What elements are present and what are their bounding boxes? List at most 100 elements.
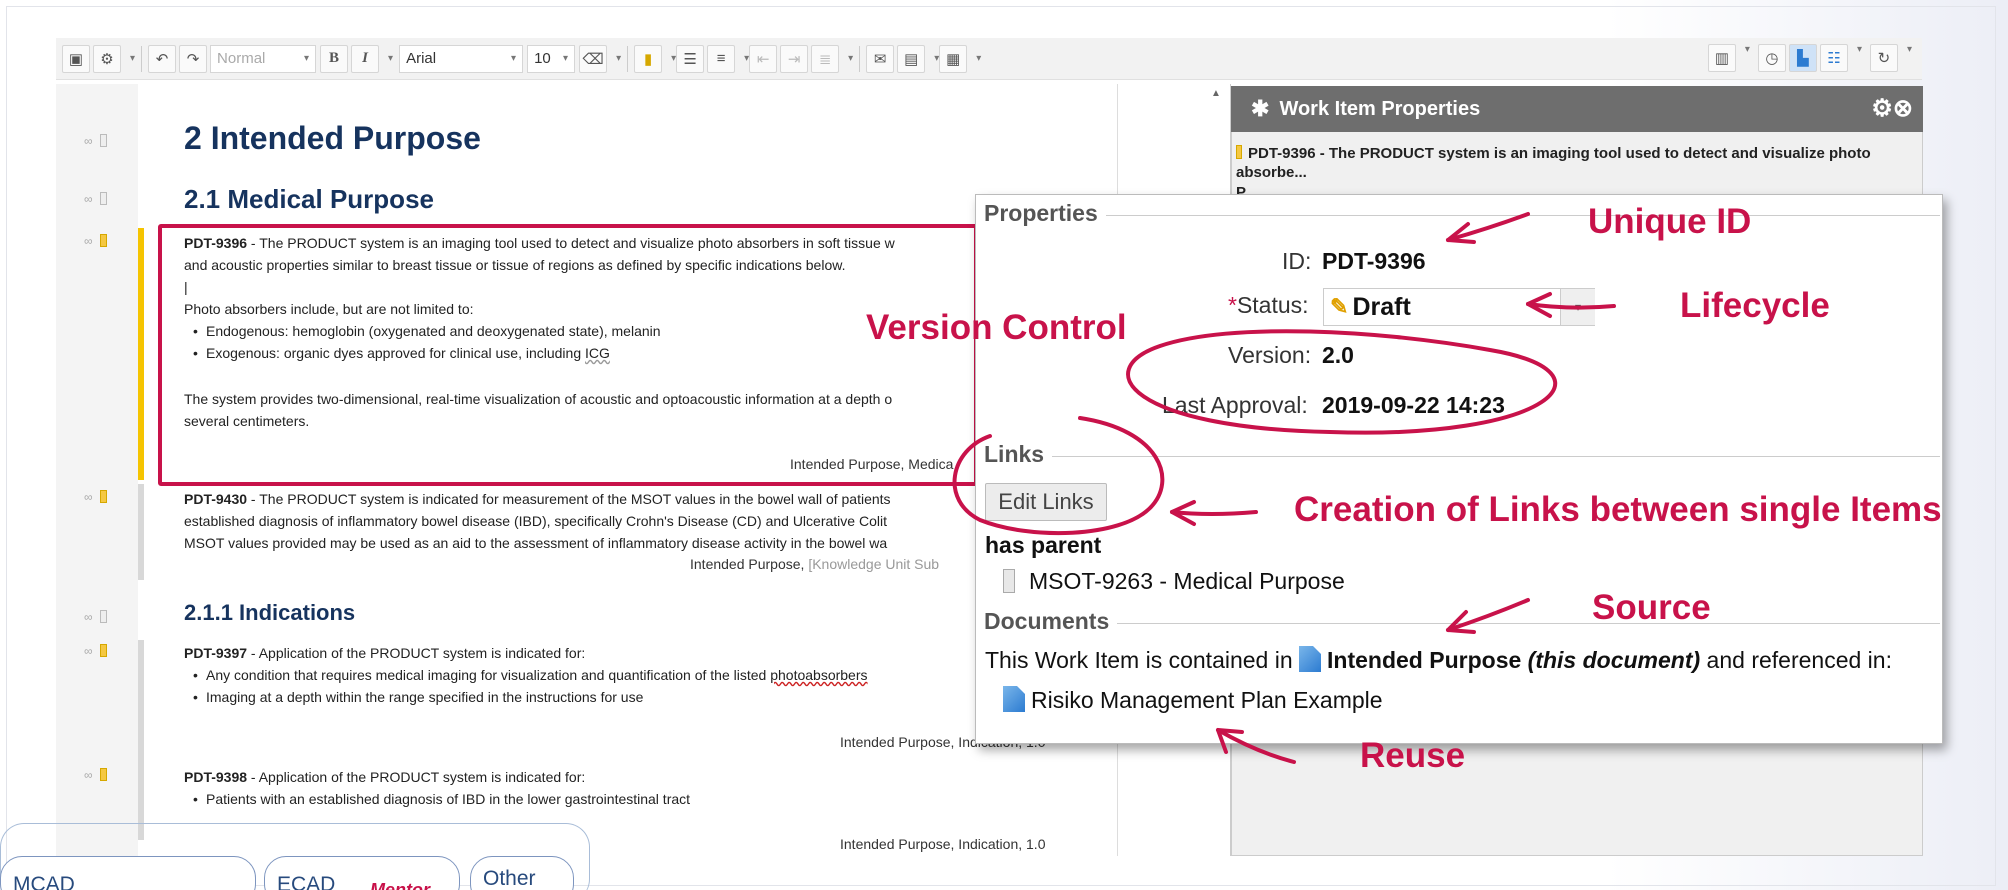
font-family-select[interactable]: Arial ▾ <box>399 44 524 73</box>
version-value: 2.0 <box>1322 342 1354 368</box>
workitem-status-bar <box>138 484 144 580</box>
chevron-down-icon[interactable]: ▾ <box>1907 44 1912 72</box>
comment-icon[interactable]: ✉ <box>866 44 895 73</box>
list-item: Imaging at a depth within the range spec… <box>193 686 643 709</box>
annotation-version-control: Version Control <box>866 308 1127 347</box>
chevron-down-icon[interactable]: ▾ <box>1745 44 1750 72</box>
last-approval-value: 2019-09-22 14:23 <box>1322 392 1505 418</box>
workitem-text[interactable]: PDT-9398 - Application of the PRODUCT sy… <box>184 766 585 789</box>
workitem-meta: Intended Purpose, [Knowledge Unit Sub <box>690 556 939 572</box>
workitem-id[interactable]: PDT-9430 <box>184 491 247 507</box>
heading-indications: 2.1.1 Indications <box>184 600 356 625</box>
link-flag-icon[interactable]: ∞ <box>84 234 107 248</box>
workitem-text-line: - Application of the PRODUCT system is i… <box>247 769 586 785</box>
save-icon[interactable]: ▣ <box>62 44 90 73</box>
chevron-down-icon[interactable]: ▾ <box>130 53 135 64</box>
mentor-logo: Mentor <box>370 880 430 890</box>
panel-header-actions: ⚙⊗ <box>1871 94 1913 123</box>
workitem-status-bar <box>138 228 144 480</box>
chevron-down-icon[interactable]: ▾ <box>848 53 853 64</box>
toolbar-separator <box>627 45 629 72</box>
chevron-down-icon[interactable]: ▾ <box>388 53 393 64</box>
panel-subtitle: PDT-9396 - The PRODUCT system is an imag… <box>1236 144 1916 182</box>
edit-links-button[interactable]: Edit Links <box>985 483 1107 521</box>
documents-sentence-pre: This Work Item is contained in <box>985 647 1300 673</box>
contained-doc-link[interactable]: Intended Purpose <box>1327 647 1521 673</box>
link-flag-icon[interactable]: ∞ <box>84 768 107 782</box>
chevron-down-icon: ▾ <box>1574 300 1582 314</box>
annotation-unique-id: Unique ID <box>1588 202 1752 241</box>
numbered-list-icon[interactable]: ☰ <box>676 44 705 73</box>
chevron-down-icon: ▾ <box>511 53 517 64</box>
layout-icon[interactable]: ▥ <box>1707 44 1736 72</box>
tab-other[interactable]: Other <box>470 856 574 890</box>
link-flag-icon[interactable]: ∞ <box>84 192 107 206</box>
eraser-icon[interactable]: ⌫ <box>579 44 608 73</box>
insert-object-icon[interactable]: ▤ <box>897 44 926 73</box>
workitem-icon <box>1236 145 1242 159</box>
panel-header: ✱ Work Item Properties ⚙⊗ <box>1231 86 1923 132</box>
redo-icon[interactable]: ↷ <box>179 44 208 73</box>
list-item: Patients with an established diagnosis o… <box>193 788 690 811</box>
document-view-icon[interactable]: ▙ <box>1788 44 1817 72</box>
table-icon[interactable]: ▦ <box>939 44 968 73</box>
workitem-id[interactable]: PDT-9397 <box>184 645 247 661</box>
status-value: Draft <box>1352 292 1411 321</box>
link-flag-icon[interactable]: ∞ <box>84 644 107 658</box>
annotation-source: Source <box>1592 588 1711 627</box>
workitem-meta: Intended Purpose, Indication, 1.0 <box>840 836 1046 852</box>
documents-sentence-post: and referenced in: <box>1700 647 1892 673</box>
link-flag-icon[interactable]: ∞ <box>84 490 107 504</box>
outline-view-icon[interactable]: ☷ <box>1819 44 1848 72</box>
chevron-down-icon[interactable]: ▾ <box>976 53 981 64</box>
clock-icon[interactable]: ◷ <box>1757 44 1786 72</box>
status-select[interactable]: ✎ Draft <box>1323 288 1595 326</box>
highlight-box <box>158 224 978 486</box>
link-flag-icon[interactable]: ∞ <box>84 134 107 148</box>
section-divider <box>984 623 1940 624</box>
paragraph-style-select[interactable]: Normal ▾ <box>210 44 317 73</box>
section-divider <box>984 215 1940 216</box>
refresh-icon[interactable]: ↻ <box>1869 44 1898 72</box>
document-icon <box>1003 686 1025 712</box>
chevron-down-icon: ▾ <box>563 53 569 64</box>
font-size-value: 10 <box>534 50 551 67</box>
panel-title: Work Item Properties <box>1279 97 1481 120</box>
chevron-down-icon[interactable]: ▾ <box>616 53 621 64</box>
referenced-doc-text: Risiko Management Plan Example <box>1031 687 1383 713</box>
gear-icon[interactable]: ⚙ <box>1871 95 1893 122</box>
bullet-list-icon[interactable]: ≡ <box>707 44 736 73</box>
pencil-icon: ✎ <box>1330 294 1349 319</box>
annotation-links: Creation of Links between single Items <box>1294 490 1942 529</box>
toolbar-separator <box>859 45 861 72</box>
close-icon[interactable]: ⊗ <box>1893 95 1913 122</box>
workitem-text[interactable]: PDT-9430 - The PRODUCT system is indicat… <box>184 488 891 511</box>
workitem-text[interactable]: PDT-9397 - Application of the PRODUCT sy… <box>184 642 585 665</box>
status-label: *Status: <box>1228 292 1309 319</box>
undo-icon[interactable]: ↶ <box>148 44 177 73</box>
bold-button[interactable]: B <box>320 44 349 73</box>
editor-toolbar: ▣ ⚙ ▾ ↶ ↷ Normal ▾ B I ▾ Arial ▾ 10 ▾ ⌫ ▾ ▮… <box>56 38 1922 80</box>
workitem-status-bar <box>138 640 144 840</box>
id-value: PDT-9396 <box>1322 248 1426 274</box>
gear-icon[interactable]: ⚙ <box>93 44 121 73</box>
status-dropdown-button[interactable]: ▾ <box>1560 289 1595 325</box>
workitem-icon[interactable]: ▮ <box>634 44 663 73</box>
link-flag-icon[interactable]: ∞ <box>84 610 107 624</box>
italic-button[interactable]: I <box>351 44 380 73</box>
font-size-select[interactable]: 10 ▾ <box>527 44 576 73</box>
misspelled-word[interactable]: photoabsorbers <box>770 667 867 683</box>
tab-ecad[interactable]: ECAD <box>264 856 460 890</box>
tab-mcad[interactable]: MCAD <box>0 856 256 890</box>
chevron-down-icon[interactable]: ▾ <box>1857 44 1862 72</box>
workitem-id[interactable]: PDT-9398 <box>184 769 247 785</box>
referenced-doc-link[interactable]: Risiko Management Plan Example <box>1003 686 1383 714</box>
outdent-icon[interactable]: ⇤ <box>749 44 778 73</box>
id-label: ID: <box>1282 248 1312 274</box>
parent-link[interactable]: MSOT-9263 - Medical Purpose <box>1003 568 1345 595</box>
scroll-up-icon[interactable]: ▲ <box>1211 88 1221 99</box>
annotation-reuse: Reuse <box>1360 736 1466 775</box>
indent-icon[interactable]: ⇥ <box>780 44 809 73</box>
required-marker: * <box>1228 292 1237 318</box>
align-icon[interactable]: ≣ <box>811 44 840 73</box>
